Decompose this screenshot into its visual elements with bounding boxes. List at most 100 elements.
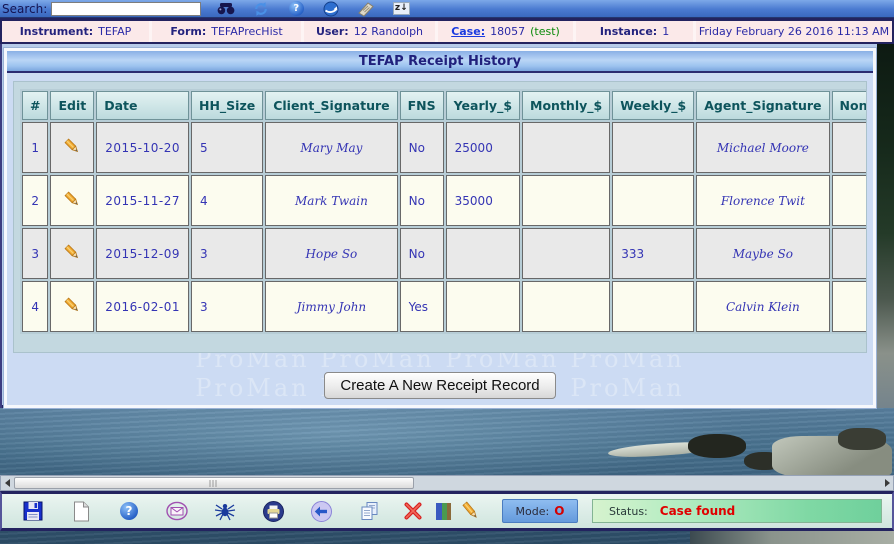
search-input[interactable] [51,2,201,16]
app-window: Search: ? [0,0,894,544]
instrument-label: Instrument: [20,25,93,38]
sort-az-icon[interactable]: z↓ [391,1,411,17]
mode-value: O [554,504,564,518]
spider-icon[interactable] [214,500,236,522]
info-case: Case: 18057 (test) [438,21,576,42]
table-row: 3 2015-12-09 [22,228,867,279]
exhibit-icon[interactable] [432,500,454,522]
client-signature: Mark Twain [265,175,397,226]
col-agent-signature: Agent_Signature [696,91,829,120]
copy-icon[interactable] [358,500,380,522]
create-receipt-button[interactable]: Create A New Receipt Record [324,372,555,399]
weekly-cell: 333 [612,228,694,279]
photo-edge-strip [877,44,894,408]
hhsize-cell: 4 [191,175,263,226]
instrument-value: TEFAP [98,25,131,38]
date-cell: 2016-02-01 [96,281,189,332]
receipt-table-container: # Edit Date HH_Size Client_Signature FNS… [13,81,867,353]
horizontal-scrollbar[interactable] [0,475,894,491]
top-toolbar: Search: ? [0,0,894,18]
web-icon[interactable] [321,1,341,17]
page-title: TEFAP Receipt History [359,54,521,69]
find-binoculars-icon[interactable] [216,1,236,17]
date-cell: 2015-12-09 [96,228,189,279]
nont-cell [832,228,867,279]
row-num: 1 [22,122,48,173]
monthly-cell [522,281,610,332]
table-row: 1 2015-10-20 [22,122,867,173]
scroll-right-arrow-icon[interactable] [881,476,893,490]
edit-cell[interactable] [50,175,94,226]
delete-icon[interactable] [402,500,424,522]
scroll-left-arrow-icon[interactable] [1,476,13,490]
sort-az-glyph: z↓ [393,2,410,15]
info-form: Form: TEFAPrecHist [152,21,304,42]
agent-signature: Florence Twit [696,175,829,226]
search-label: Search: [2,2,47,16]
col-client-signature: Client_Signature [265,91,397,120]
panel-title-bar: TEFAP Receipt History [7,51,873,73]
case-link[interactable]: Case: [451,25,485,38]
fns-cell: Yes [400,281,444,332]
edit-pencil-icon [63,296,82,315]
refresh-icon[interactable] [251,1,271,17]
yearly-cell [446,281,520,332]
status-value: Case found [660,504,736,518]
fns-cell: No [400,175,444,226]
scrollbar-thumb[interactable] [14,477,414,489]
col-nont: NonT [832,91,867,120]
bottom-toolbar: ? [0,491,894,531]
col-monthly: Monthly_$ [522,91,610,120]
email-icon[interactable] [166,500,188,522]
col-fns: FNS [400,91,444,120]
table-row: 4 2016-02-01 [22,281,867,332]
client-signature: Mary May [265,122,397,173]
nont-cell [832,122,867,173]
monthly-cell [522,228,610,279]
back-icon[interactable] [310,500,332,522]
col-edit: Edit [50,91,94,120]
window-left-edge [0,44,2,408]
mode-label: Mode: [516,505,550,518]
mode-indicator: Mode: O [502,499,578,523]
form-label: Form: [170,25,206,38]
receipt-history-panel: TEFAP Receipt History ProMan ProMan ProM… [4,48,876,408]
nont-cell [832,175,867,226]
save-icon[interactable] [22,500,44,522]
new-document-icon[interactable] [70,500,92,522]
status-label: Status: [609,505,648,518]
case-test-note: (test) [530,25,560,38]
help-icon[interactable]: ? [118,500,140,522]
edit-pencil-icon [63,190,82,209]
datetime-value: Friday February 26 2016 11:13 AM [699,25,889,38]
fns-cell: No [400,122,444,173]
col-num: # [22,91,48,120]
fns-cell: No [400,228,444,279]
help-icon[interactable]: ? [286,1,306,17]
info-bar: Instrument: TEFAP Form: TEFAPrecHist Use… [0,18,894,44]
hhsize-cell: 3 [191,281,263,332]
edit-pencil-icon [63,243,82,262]
script-icon[interactable] [356,1,376,17]
status-bar: Status: Case found [592,499,882,523]
info-user: User: 12 Randolph [304,21,438,42]
date-cell: 2015-10-20 [96,122,189,173]
agent-signature: Calvin Klein [696,281,829,332]
weekly-cell [612,281,694,332]
edit-cell[interactable] [50,281,94,332]
form-value: TEFAPrecHist [211,25,282,38]
instance-value: 1 [662,25,669,38]
photo-rock [838,428,886,450]
col-weekly: Weekly_$ [612,91,694,120]
info-datetime: Friday February 26 2016 11:13 AM [696,21,892,42]
edit-cell[interactable] [50,228,94,279]
nont-cell [832,281,867,332]
print-icon[interactable] [262,500,284,522]
edit-cell[interactable] [50,122,94,173]
monthly-cell [522,122,610,173]
table-row: 2 2015-11-27 [22,175,867,226]
scrollbar-grip [210,480,219,487]
receipt-table: # Edit Date HH_Size Client_Signature FNS… [20,89,867,334]
edit-pencil-icon [63,137,82,156]
edit-pencil-icon[interactable] [460,500,482,522]
